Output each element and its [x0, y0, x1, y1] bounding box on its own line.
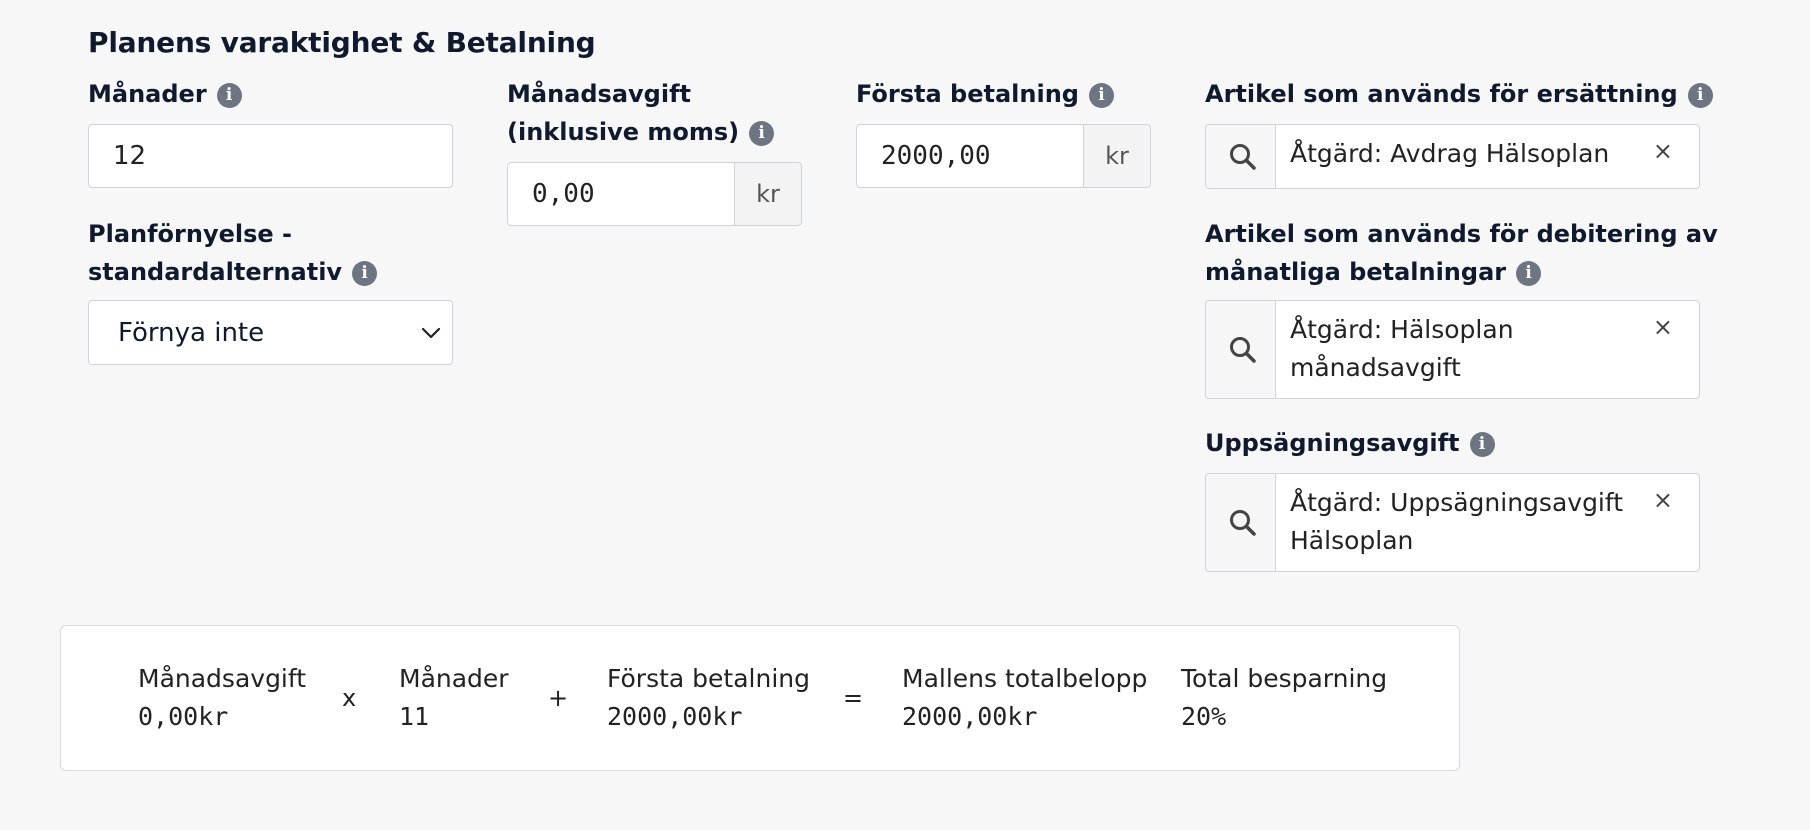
- refund-article-label-text: Artikel som används för ersättning: [1205, 80, 1678, 108]
- renewal-label: Planförnyelse - standardalternativ i: [88, 215, 378, 291]
- search-icon: [1230, 510, 1256, 536]
- renewal-select[interactable]: Förnya inte: [88, 300, 453, 365]
- search-button[interactable]: [1206, 474, 1276, 571]
- cancellation-fee-value: Åtgärd: Uppsägningsavgift Hälsoplan: [1290, 484, 1650, 560]
- search-button[interactable]: [1206, 301, 1276, 398]
- summary-monthly-fee: Månadsavgift 0,00kr: [138, 660, 306, 736]
- renewal-label-line2: standardalternativ: [88, 258, 343, 286]
- cancellation-fee-label-text: Uppsägningsavgift: [1205, 429, 1460, 457]
- cancellation-fee-value-line2: Hälsoplan: [1290, 526, 1414, 555]
- monthly-fee-label-line1: Månadsavgift: [507, 80, 691, 108]
- clear-icon[interactable]: ×: [1653, 488, 1673, 512]
- monthly-debit-article-search[interactable]: Åtgärd: Hälsoplan månadsavgift ×: [1205, 300, 1700, 399]
- months-input-value: 12: [113, 141, 147, 171]
- monthly-debit-article-value: Åtgärd: Hälsoplan månadsavgift: [1290, 311, 1650, 387]
- monthly-debit-article-label-line2: månatliga betalningar: [1205, 258, 1507, 286]
- refund-article-value: Åtgärd: Avdrag Hälsoplan: [1290, 139, 1610, 168]
- summary-total-value: 2000,00kr: [902, 702, 1038, 731]
- monthly-fee-label: Månadsavgift (inklusive moms) i: [507, 75, 775, 151]
- info-icon[interactable]: i: [352, 261, 378, 286]
- first-payment-label-text: Första betalning: [856, 80, 1079, 108]
- info-icon[interactable]: i: [1088, 83, 1114, 108]
- clear-icon[interactable]: ×: [1653, 315, 1673, 339]
- summary-months: Månader 11: [399, 660, 509, 736]
- summary-savings: Total besparning 20%: [1181, 660, 1387, 736]
- monthly-fee-label-line2: (inklusive moms): [507, 118, 740, 146]
- info-icon[interactable]: i: [216, 83, 242, 108]
- summary-savings-label: Total besparning: [1181, 664, 1388, 693]
- first-payment-input[interactable]: 2000,00: [856, 124, 1085, 188]
- cancellation-fee-search[interactable]: Åtgärd: Uppsägningsavgift Hälsoplan ×: [1205, 473, 1700, 572]
- info-icon[interactable]: i: [1469, 432, 1495, 457]
- summary-total: Mallens totalbelopp 2000,00kr: [902, 660, 1147, 736]
- first-payment-unit: kr: [1083, 124, 1151, 188]
- months-input[interactable]: 12: [88, 124, 453, 188]
- months-label-text: Månader: [88, 80, 207, 108]
- search-icon: [1230, 144, 1256, 170]
- info-icon[interactable]: i: [1687, 83, 1713, 108]
- info-icon[interactable]: i: [749, 121, 775, 146]
- renewal-selected-value: Förnya inte: [118, 318, 265, 348]
- refund-article-search[interactable]: Åtgärd: Avdrag Hälsoplan ×: [1205, 124, 1700, 189]
- renewal-label-line1: Planförnyelse -: [88, 220, 292, 248]
- clear-icon[interactable]: ×: [1653, 139, 1673, 163]
- first-payment-input-value: 2000,00: [881, 141, 991, 171]
- summary-monthly-fee-value: 0,00kr: [138, 702, 229, 731]
- search-icon: [1230, 337, 1256, 363]
- summary-savings-value: 20%: [1181, 702, 1227, 731]
- summary-monthly-fee-label: Månadsavgift: [138, 664, 307, 693]
- summary-card: Månadsavgift 0,00kr x Månader 11 + Först…: [60, 625, 1460, 771]
- monthly-debit-article-value-line1: Åtgärd: Hälsoplan: [1290, 315, 1514, 344]
- equals-operator: =: [843, 684, 864, 712]
- monthly-debit-article-value-line2: månadsavgift: [1290, 353, 1461, 382]
- summary-first-payment-label: Första betalning: [607, 664, 810, 693]
- chevron-down-icon: [421, 327, 441, 339]
- monthly-fee-unit: kr: [734, 162, 802, 226]
- monthly-fee-input-value: 0,00: [532, 179, 595, 209]
- monthly-fee-input[interactable]: 0,00: [507, 162, 736, 226]
- summary-first-payment: Första betalning 2000,00kr: [607, 660, 810, 736]
- monthly-debit-article-label-line1: Artikel som används för debitering av: [1205, 220, 1718, 248]
- info-icon[interactable]: i: [1516, 261, 1542, 286]
- months-label: Månader i: [88, 75, 242, 113]
- times-operator: x: [342, 684, 357, 712]
- summary-total-label: Mallens totalbelopp: [902, 664, 1148, 693]
- summary-months-value: 11: [399, 702, 430, 731]
- search-button[interactable]: [1206, 125, 1276, 188]
- plus-operator: +: [548, 684, 569, 712]
- refund-article-label: Artikel som används för ersättning i: [1205, 75, 1713, 113]
- cancellation-fee-label: Uppsägningsavgift i: [1205, 424, 1495, 462]
- summary-months-label: Månader: [399, 664, 509, 693]
- monthly-debit-article-label: Artikel som används för debitering av må…: [1205, 215, 1718, 291]
- summary-first-payment-value: 2000,00kr: [607, 702, 743, 731]
- cancellation-fee-value-line1: Åtgärd: Uppsägningsavgift: [1290, 488, 1624, 517]
- first-payment-label: Första betalning i: [856, 75, 1114, 113]
- section-title: Planens varaktighet & Betalning: [88, 26, 596, 59]
